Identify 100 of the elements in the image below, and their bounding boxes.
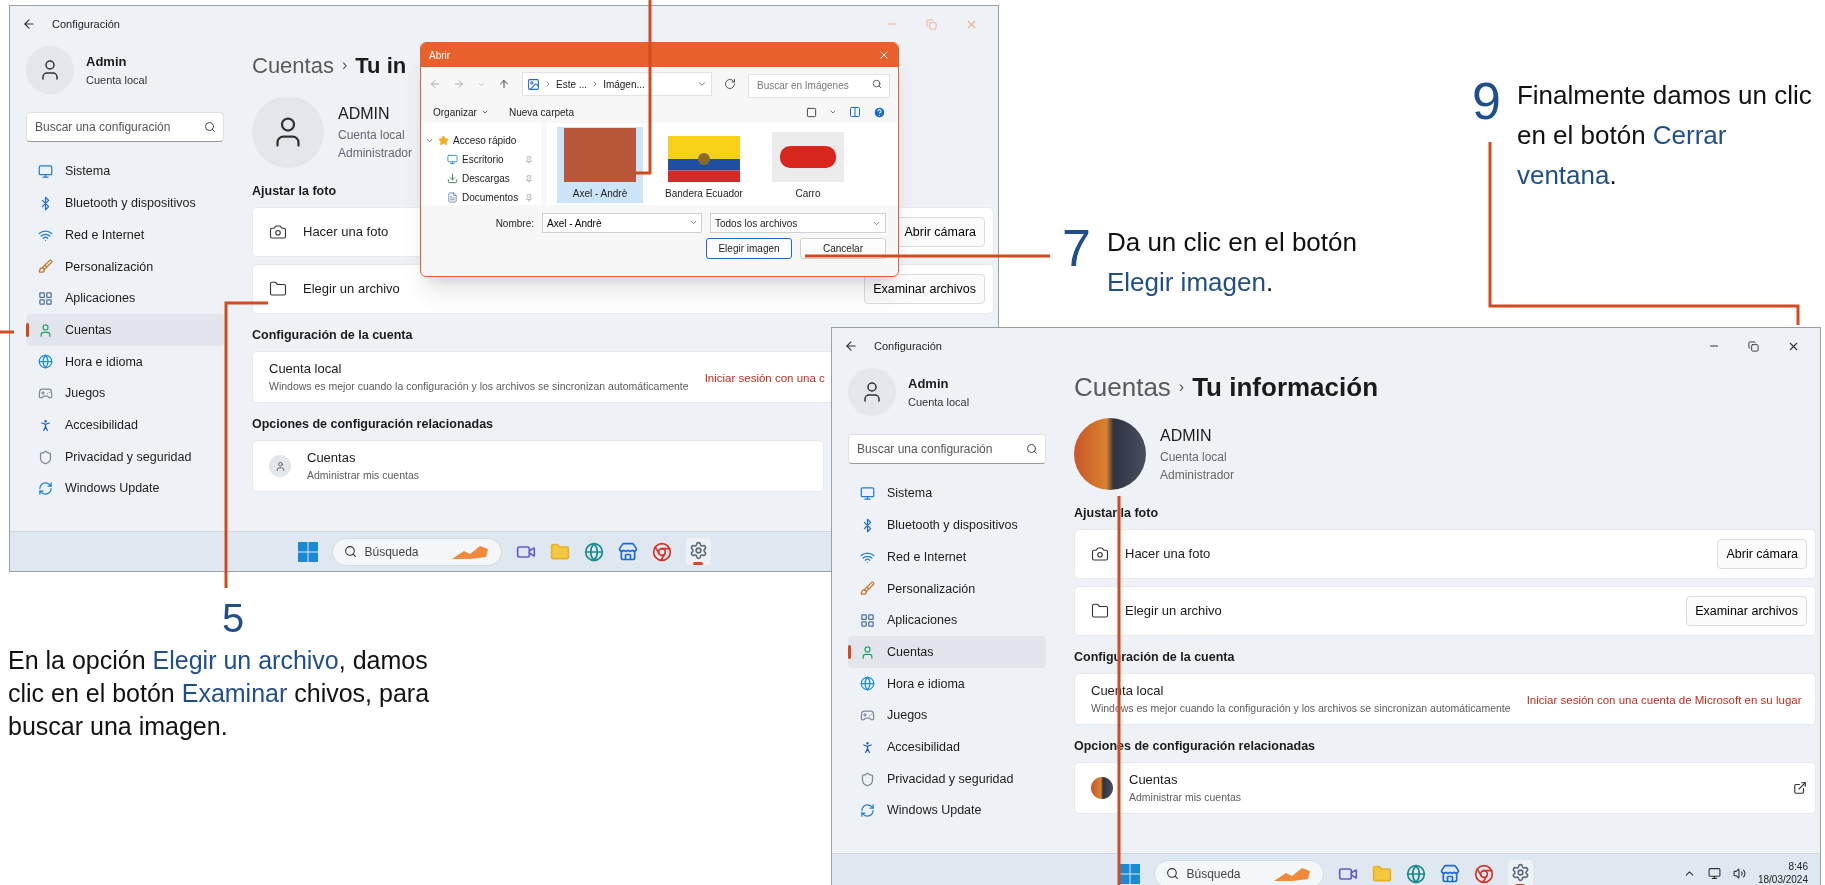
up-icon[interactable]	[498, 78, 510, 90]
search-icon[interactable]	[204, 121, 216, 133]
tree-item[interactable]: Escritorio	[425, 150, 537, 169]
nav-item[interactable]: Red e Internet	[26, 219, 224, 252]
sign-in-link[interactable]: Iniciar sesión con una cuenta de Microsoft en su lugar	[1526, 694, 1802, 706]
search-field[interactable]: Buscar una configuración	[26, 112, 224, 142]
file-item[interactable]: Carro	[765, 127, 851, 203]
speaker-icon[interactable]	[1732, 867, 1746, 880]
address-bar[interactable]: Este ... Imágen...	[522, 72, 712, 96]
breadcrumb-parent[interactable]: Cuentas	[1074, 367, 1171, 407]
dialog-search-field[interactable]: Buscar en Imágenes	[748, 73, 890, 98]
nav-item[interactable]: Bluetooth y dispositivos	[848, 509, 1046, 542]
row-label: Elegir un archivo	[1125, 602, 1222, 621]
chevron-down-icon[interactable]	[697, 79, 707, 89]
back-icon[interactable]	[22, 17, 36, 31]
settings-taskbar-button[interactable]	[685, 538, 711, 565]
nav-item[interactable]: Sistema	[848, 478, 1046, 510]
nav-item[interactable]: Juegos	[26, 377, 224, 410]
nav-icon	[38, 449, 53, 465]
settings-card[interactable]: Cuentas Administrar mis cuentas	[1074, 762, 1816, 814]
nav-item[interactable]: Accesibilidad	[26, 409, 224, 442]
search-field[interactable]: Buscar una configuración	[848, 434, 1046, 464]
external-link-icon[interactable]	[1793, 781, 1807, 795]
preview-pane-icon[interactable]	[849, 106, 861, 118]
profile-detail: Administrador	[338, 145, 413, 162]
page-title: Tu in	[355, 51, 407, 80]
profile-detail: Administrador	[1160, 467, 1235, 484]
windows-logo-icon[interactable]	[1119, 863, 1140, 884]
breadcrumb-parent[interactable]: Cuentas	[252, 48, 334, 82]
nav-item[interactable]: Windows Update	[848, 794, 1046, 827]
view-icon[interactable]	[806, 106, 817, 118]
nav-item[interactable]: Accesibilidad	[848, 731, 1046, 764]
nav-item[interactable]: Privacidad y seguridad	[26, 441, 224, 473]
nav-icon	[860, 676, 875, 692]
browser-icon[interactable]	[1405, 863, 1426, 884]
nav-item[interactable]: Hora e idioma	[848, 668, 1046, 700]
photo-placeholder	[564, 128, 636, 182]
breadcrumb-separator: ›	[1178, 377, 1185, 397]
round-browser-icon[interactable]	[1473, 863, 1494, 884]
dialog-button[interactable]: Elegir imagen	[706, 238, 792, 259]
taskbar-search-field[interactable]: Búsqueda	[1153, 859, 1324, 885]
settings-taskbar-button[interactable]	[1507, 860, 1533, 885]
taskbar-search-field[interactable]: Búsqueda	[331, 537, 502, 566]
path-segment[interactable]: Imágen...	[603, 76, 645, 92]
nav-item[interactable]: Personalización	[848, 573, 1046, 605]
tree-item[interactable]: Descargas	[425, 169, 537, 188]
store-icon[interactable]	[617, 541, 638, 562]
chevron-icon[interactable]	[425, 136, 434, 145]
pictures-icon	[527, 77, 540, 91]
row-label: Cuentas	[307, 449, 357, 468]
nav-item[interactable]: Personalización	[26, 251, 224, 283]
nav-item[interactable]: Juegos	[848, 699, 1046, 732]
tree-item[interactable]: Acceso rápido	[425, 131, 537, 150]
settings-card[interactable]: Cuentas Administrar mis cuentas	[252, 440, 824, 492]
row-description: Administrar mis cuentas	[1129, 789, 1242, 805]
pin-icon	[525, 174, 533, 183]
path-segment[interactable]: Este ...	[556, 76, 588, 92]
row-button[interactable]: Examinar archivos	[864, 274, 985, 304]
nav-item[interactable]: Cuentas	[26, 314, 224, 347]
nav-item[interactable]: Privacidad y seguridad	[848, 763, 1046, 795]
step-number: 5	[222, 598, 245, 638]
nav-item[interactable]: Aplicaciones	[848, 604, 1046, 637]
nav-item[interactable]: Bluetooth y dispositivos	[26, 187, 224, 220]
windows-logo-icon[interactable]	[297, 541, 318, 562]
row-button[interactable]: Abrir cámara	[1717, 539, 1807, 569]
round-browser-icon[interactable]	[651, 541, 672, 562]
chevron-down-icon[interactable]	[689, 218, 698, 227]
nav-item[interactable]: Hora e idioma	[26, 346, 224, 378]
nav-icon	[860, 739, 875, 755]
nav-item[interactable]: Sistema	[26, 156, 224, 188]
store-icon[interactable]	[1439, 863, 1460, 884]
nav-label: Juegos	[65, 385, 106, 403]
dialog-button[interactable]: Cancelar	[800, 238, 886, 259]
row-button[interactable]: Examinar archivos	[1686, 596, 1807, 626]
window-title: Configuración	[874, 338, 942, 354]
chevron-down-icon[interactable]	[829, 108, 837, 116]
organize-menu[interactable]: Organizar	[433, 104, 489, 120]
nav-item[interactable]: Aplicaciones	[26, 282, 224, 315]
file-type-dropdown[interactable]: Todos los archivos	[710, 213, 886, 233]
file-item[interactable]: Bandera Ecuador	[661, 127, 747, 203]
file-item[interactable]: Axel - Andrè	[557, 127, 643, 203]
tree-item[interactable]: Documentos	[425, 188, 537, 207]
search-icon[interactable]	[1026, 443, 1038, 455]
new-folder-button[interactable]: Nueva carpeta	[508, 104, 574, 120]
nav-icon	[860, 613, 875, 629]
download-icon	[447, 173, 458, 184]
nav-icon	[38, 227, 53, 243]
nav-item[interactable]: Cuentas	[848, 636, 1046, 669]
sign-in-link[interactable]: Iniciar sesión con una c	[704, 372, 825, 384]
browser-icon[interactable]	[583, 541, 604, 562]
monitor-icon[interactable]	[1707, 867, 1721, 880]
nav-item[interactable]: Red e Internet	[848, 541, 1046, 574]
profile-name: ADMIN	[338, 104, 391, 124]
file-name-field[interactable]: Axel - Andrè	[542, 213, 702, 233]
refresh-icon[interactable]	[724, 78, 736, 90]
camera-icon	[1091, 545, 1109, 563]
restore-icon[interactable]	[1748, 340, 1759, 352]
back-icon[interactable]	[844, 339, 858, 353]
nav-item[interactable]: Windows Update	[26, 472, 224, 505]
help-icon[interactable]	[873, 105, 886, 119]
